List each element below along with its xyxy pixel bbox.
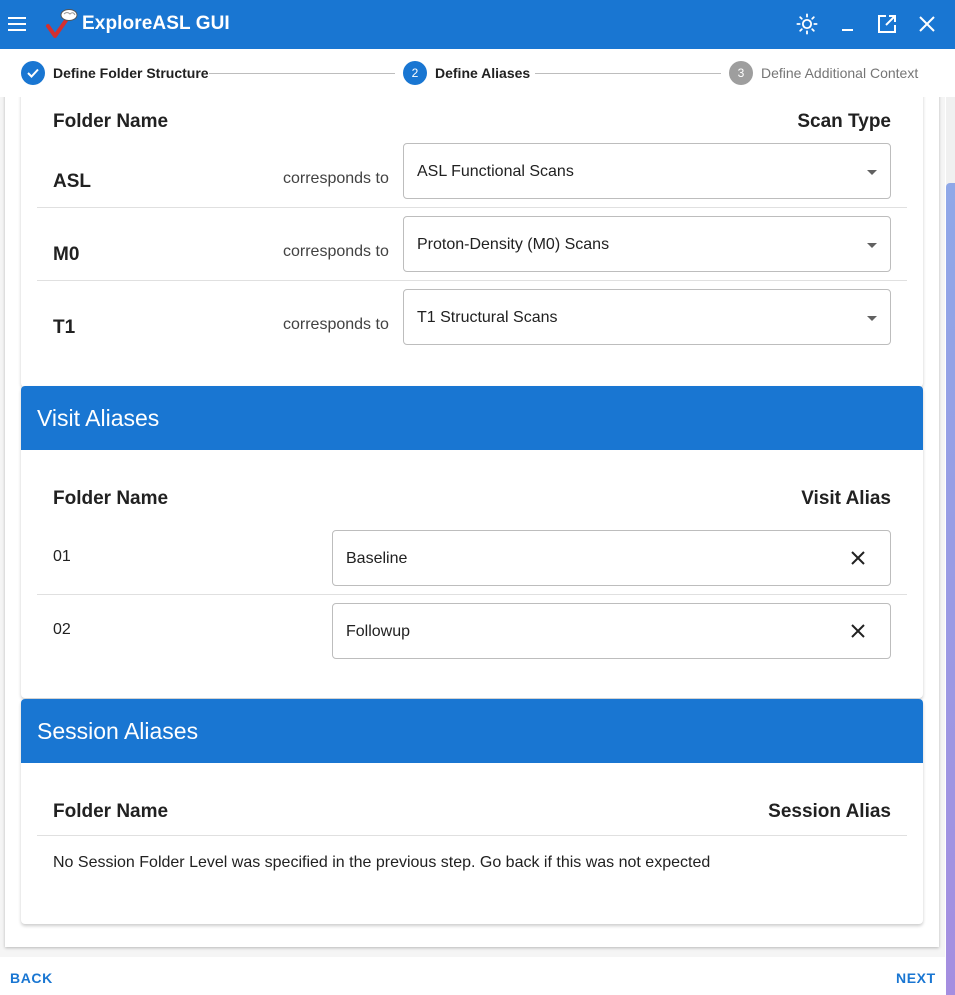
scan-row-name: T1 <box>53 317 76 338</box>
row-divider <box>37 207 907 208</box>
close-icon[interactable] <box>915 12 939 36</box>
row-divider <box>37 835 907 836</box>
scan-type-select[interactable]: Proton-Density (M0) Scans <box>403 216 891 272</box>
dropdown-caret-icon <box>867 170 877 175</box>
select-value: ASL Functional Scans <box>417 163 574 180</box>
corresponds-label: corresponds to <box>283 170 389 187</box>
step-2-number: 2 <box>403 61 427 85</box>
session-folder-col-header: Folder Name <box>53 801 169 822</box>
app-logo-icon <box>46 9 78 38</box>
step-1-check-icon <box>21 61 45 85</box>
session-aliases-title: Session Aliases <box>21 699 923 763</box>
scan-folder-col-header: Folder Name <box>53 111 169 132</box>
scan-type-select[interactable]: T1 Structural Scans <box>403 289 891 345</box>
input-value: Followup <box>346 623 411 640</box>
scan-row-name: M0 <box>53 244 80 265</box>
dropdown-caret-icon <box>867 243 877 248</box>
step-3-label[interactable]: Define Additional Context <box>761 65 918 81</box>
visit-alias-input[interactable]: Baseline <box>332 530 891 586</box>
content-scroll-area[interactable]: Folder Name Scan Type ASL corresponds to… <box>0 97 945 957</box>
session-empty-note: No Session Folder Level was specified in… <box>53 854 711 871</box>
clear-icon[interactable] <box>848 548 868 568</box>
content-sheet: Folder Name Scan Type ASL corresponds to… <box>5 97 939 947</box>
minimize-icon[interactable] <box>835 12 859 36</box>
step-connector <box>535 73 721 74</box>
session-alias-col-header: Session Alias <box>768 801 891 822</box>
menu-icon[interactable] <box>6 13 28 35</box>
brightness-icon[interactable] <box>795 12 819 36</box>
visit-row-name: 01 <box>53 548 71 565</box>
row-divider <box>37 594 907 595</box>
visit-aliases-card: Visit Aliases Folder Name Visit Alias 01… <box>21 386 923 698</box>
session-aliases-card: Session Aliases Folder Name Session Alia… <box>21 699 923 924</box>
scan-type-select[interactable]: ASL Functional Scans <box>403 143 891 199</box>
title-bar: ExploreASL GUI <box>0 0 955 49</box>
app-title: ExploreASL GUI <box>82 13 230 34</box>
input-value: Baseline <box>346 550 408 567</box>
step-2-label[interactable]: Define Aliases <box>435 65 530 81</box>
scan-type-col-header: Scan Type <box>797 111 891 132</box>
select-value: T1 Structural Scans <box>417 309 558 326</box>
visit-alias-col-header: Visit Alias <box>801 488 891 509</box>
corresponds-label: corresponds to <box>283 316 389 333</box>
scan-row-name: ASL <box>53 171 91 192</box>
visit-aliases-title: Visit Aliases <box>21 386 923 450</box>
back-button[interactable]: BACK <box>10 970 53 986</box>
corresponds-label: corresponds to <box>283 243 389 260</box>
footer-bar: BACK NEXT <box>0 959 945 995</box>
dropdown-caret-icon <box>867 316 877 321</box>
clear-icon[interactable] <box>848 621 868 641</box>
step-connector <box>209 73 395 74</box>
visit-folder-col-header: Folder Name <box>53 488 169 509</box>
select-value: Proton-Density (M0) Scans <box>417 236 610 253</box>
stepper: Define Folder Structure 2 Define Aliases… <box>0 49 955 97</box>
visit-row-name: 02 <box>53 621 71 638</box>
scrollbar-thumb[interactable] <box>946 183 955 995</box>
step-3-number: 3 <box>729 61 753 85</box>
row-divider <box>37 280 907 281</box>
visit-alias-input[interactable]: Followup <box>332 603 891 659</box>
scan-aliases-card: Folder Name Scan Type ASL corresponds to… <box>21 97 923 387</box>
next-button[interactable]: NEXT <box>896 970 936 986</box>
popout-icon[interactable] <box>875 12 899 36</box>
step-1-label[interactable]: Define Folder Structure <box>53 65 209 81</box>
